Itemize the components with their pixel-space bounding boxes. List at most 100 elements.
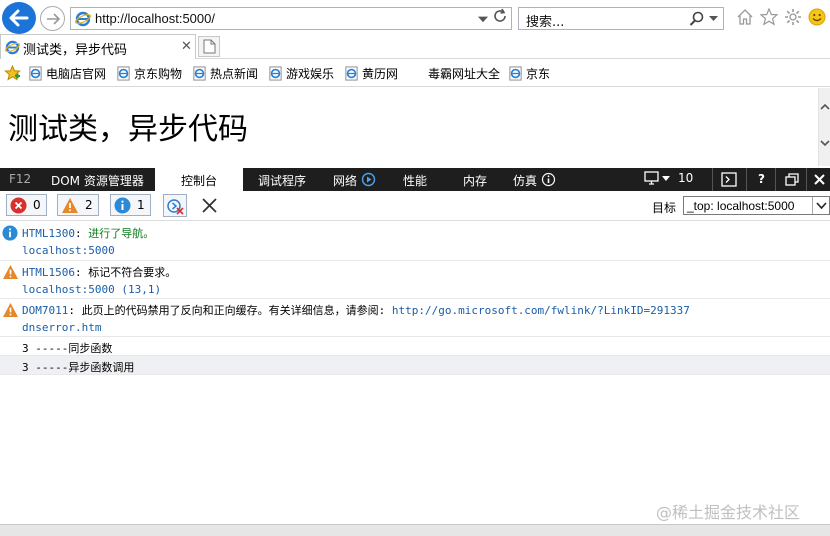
console-toggle-icon[interactable] — [721, 172, 737, 187]
arrow-left-icon — [9, 9, 29, 27]
gear-icon[interactable] — [783, 7, 803, 27]
star-icon[interactable] — [759, 7, 779, 27]
record-play-icon[interactable] — [361, 172, 376, 187]
favorites-star-icon[interactable] — [4, 65, 21, 81]
new-tab-button[interactable] — [198, 36, 220, 57]
tab-dom-explorer[interactable]: DOM 资源管理器 — [51, 172, 144, 189]
emulation-mode[interactable]: 10 — [644, 171, 693, 185]
warnings-count: 2 — [85, 198, 93, 212]
errors-count: 0 — [33, 198, 41, 212]
tab-emulation[interactable]: 仿真 — [513, 172, 537, 189]
tab-debugger[interactable]: 调试程序 — [258, 172, 306, 189]
help-button[interactable]: ? — [758, 172, 765, 186]
favorite-label: 京东购物 — [134, 67, 183, 81]
console-message: HTML1506: 标记不符合要求。 localhost:5000 (13,1) — [0, 261, 830, 299]
warning-icon — [2, 302, 19, 318]
chevron-up-icon[interactable] — [819, 102, 830, 112]
watermark: @稀土掘金技术社区 — [656, 503, 801, 522]
info-icon — [114, 197, 131, 213]
message-link[interactable]: http://go.microsoft.com/fwlink/?LinkID=2… — [392, 304, 690, 317]
target-value: _top: localhost:5000 — [687, 199, 795, 213]
message-code: HTML1300 — [22, 227, 75, 240]
message-code: DOM7011 — [22, 304, 69, 317]
target-select[interactable]: _top: localhost:5000 — [683, 196, 830, 215]
url-field[interactable]: http://localhost:5000/ — [70, 7, 512, 30]
info-icon — [2, 225, 18, 241]
console-input-strip[interactable] — [0, 524, 830, 536]
devtools-tab-bar: F12 DOM 资源管理器 控制台 调试程序 网络 性能 内存 仿真 10 ? — [0, 168, 830, 191]
tab-performance[interactable]: 性能 — [403, 172, 427, 189]
errors-filter-button[interactable]: 0 — [6, 194, 47, 216]
ie-page-icon — [509, 66, 522, 81]
ie-page-icon — [269, 66, 282, 81]
ie-page-icon — [193, 66, 206, 81]
message-source[interactable]: dnserror.htm — [22, 321, 101, 334]
favorite-item[interactable]: 黄历网 — [344, 65, 398, 82]
target-label: 目标 — [652, 201, 677, 215]
search-field[interactable]: 搜索... — [518, 7, 724, 30]
console-output: HTML1300: 进行了导航。 localhost:5000 HTML1506… — [0, 222, 830, 524]
favorite-label: 毒霸网址大全 — [428, 67, 501, 81]
error-icon — [10, 197, 27, 213]
chevron-down-icon — [662, 175, 670, 181]
tab-network[interactable]: 网络 — [333, 172, 357, 189]
chevron-down-icon[interactable] — [819, 138, 830, 148]
search-placeholder: 搜索... — [526, 15, 565, 30]
url-text: http://localhost:5000/ — [95, 11, 215, 26]
devtools-f12-label: F12 — [9, 172, 32, 186]
chevron-down-icon[interactable] — [478, 15, 488, 25]
forward-button[interactable] — [40, 6, 65, 31]
favorite-label: 黄历网 — [362, 67, 399, 81]
warnings-filter-button[interactable]: 2 — [57, 194, 99, 216]
favorite-label: 热点新闻 — [210, 67, 259, 81]
close-icon[interactable]: ✕ — [181, 39, 192, 54]
log-text: 3 -----同步函数 — [22, 342, 113, 355]
clear-console-icon[interactable] — [201, 197, 218, 214]
favorites-bar: 电脑店官网 京东购物 热点新闻 游戏娱乐 黄历网 毒霸网址大全 京东 — [0, 60, 830, 87]
refresh-icon[interactable] — [492, 8, 508, 24]
smiley-icon[interactable] — [807, 7, 827, 27]
favorite-label: 游戏娱乐 — [286, 67, 335, 81]
tab-bar: 测试类，异步代码 ✕ — [0, 34, 830, 59]
log-text: 3 -----异步函数调用 — [22, 361, 135, 374]
favorite-item[interactable]: 游戏娱乐 — [268, 65, 334, 82]
warning-icon — [2, 264, 19, 280]
ie-page-icon — [345, 66, 358, 81]
chevron-down-icon[interactable] — [709, 16, 718, 22]
info-filter-button[interactable]: 1 — [110, 194, 151, 216]
emulation-count: 10 — [678, 171, 694, 185]
favorite-label: 京东 — [526, 67, 551, 81]
clear-on-navigate-button[interactable] — [163, 194, 187, 217]
vertical-scrollbar[interactable] — [818, 88, 830, 166]
info-icon — [541, 172, 556, 187]
message-source[interactable]: localhost:5000 (13,1) — [22, 283, 161, 296]
favorite-item[interactable]: 京东购物 — [116, 65, 182, 82]
favorite-item[interactable]: 热点新闻 — [192, 65, 258, 82]
favorite-item[interactable]: 京东 — [508, 65, 550, 82]
arrow-right-icon — [46, 12, 60, 25]
search-icon[interactable] — [689, 11, 705, 27]
page-content: 测试类，异步代码 — [0, 88, 818, 166]
console-log-row: 3 -----同步函数 — [0, 337, 830, 356]
message-text: 标记不符合要求。 — [88, 266, 177, 279]
close-icon[interactable] — [813, 173, 826, 186]
chevron-down-icon — [815, 202, 827, 209]
browser-tab[interactable]: 测试类，异步代码 ✕ — [0, 34, 196, 59]
ie-page-icon — [117, 66, 130, 81]
favorite-item[interactable]: 电脑店官网 — [28, 65, 106, 82]
tab-console[interactable]: 控制台 — [155, 168, 244, 191]
message-source[interactable]: localhost:5000 — [22, 244, 115, 257]
home-icon[interactable] — [735, 7, 755, 27]
undock-icon[interactable] — [785, 173, 799, 186]
ie-page-icon — [29, 66, 42, 81]
console-log-row: 3 -----异步函数调用 — [0, 356, 830, 375]
message-text: 进行了导航。 — [88, 227, 155, 240]
message-code: HTML1506 — [22, 266, 75, 279]
new-tab-icon — [203, 39, 215, 54]
favorite-item[interactable]: 毒霸网址大全 — [428, 65, 500, 82]
back-button[interactable] — [2, 2, 36, 34]
console-message: HTML1300: 进行了导航。 localhost:5000 — [0, 222, 830, 261]
tab-memory[interactable]: 内存 — [463, 172, 487, 189]
toolbar-icons — [735, 7, 827, 27]
page-heading: 测试类，异步代码 — [8, 112, 248, 147]
